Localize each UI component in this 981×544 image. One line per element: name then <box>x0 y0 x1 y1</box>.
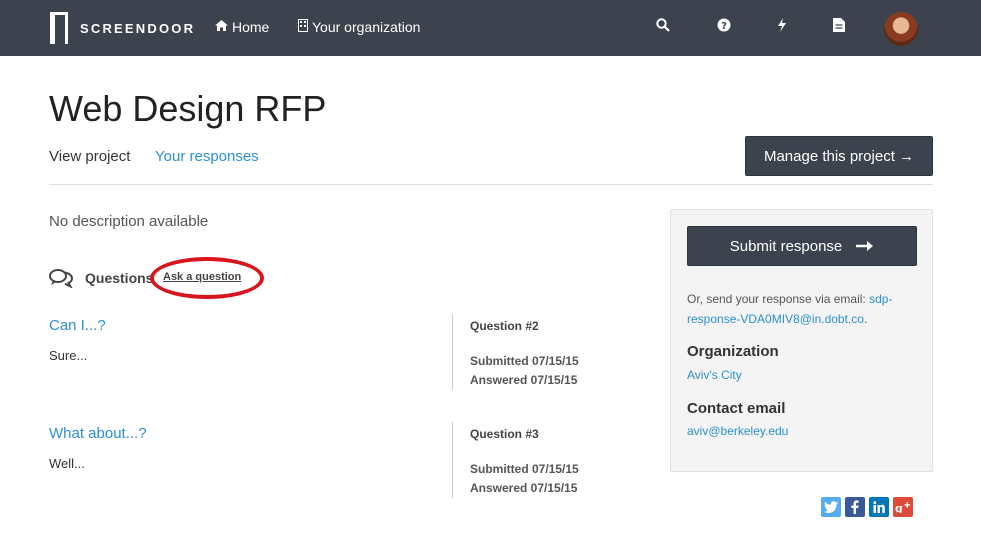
nav-home-link[interactable]: Home <box>215 19 269 35</box>
question-submitted-date: Submitted 07/15/15 <box>470 462 579 476</box>
question-meta: Question #2 Submitted 07/15/15 Answered … <box>452 314 652 390</box>
brand-name: SCREENDOOR <box>80 20 196 36</box>
email-prefix: Or, send your response via email: <box>687 292 866 306</box>
question-answered-date: Answered 07/15/15 <box>470 481 578 495</box>
question-number: Question #3 <box>470 427 539 441</box>
questions-header: Questions <box>49 268 154 289</box>
help-icon[interactable]: ? <box>716 18 732 35</box>
response-sidebar: Submit response Or, send your response v… <box>670 209 933 472</box>
contact-email-link[interactable]: aviv@berkeley.edu <box>687 424 788 438</box>
submit-response-label: Submit response <box>729 237 843 255</box>
highlight-circle-annotation <box>150 257 264 299</box>
svg-text:?: ? <box>721 21 727 32</box>
contact-email-heading: Contact email <box>687 400 786 417</box>
questions-label: Questions <box>85 270 154 286</box>
question-number: Question #2 <box>470 319 539 333</box>
question-submitted-date: Submitted 07/15/15 <box>470 354 579 368</box>
question-answered-date: Answered 07/15/15 <box>470 373 578 387</box>
question-item: What about...? Well... <box>49 425 147 471</box>
question-answer: Well... <box>49 456 85 471</box>
manage-project-button[interactable]: Manage this project → <box>745 136 933 176</box>
organization-link[interactable]: Aviv's City <box>687 368 742 382</box>
document-icon[interactable] <box>831 18 847 35</box>
bolt-icon[interactable] <box>774 18 790 35</box>
home-icon <box>215 20 228 34</box>
nav-organization-label: Your organization <box>312 19 421 35</box>
project-description: No description available <box>49 213 209 230</box>
door-logo-icon <box>50 12 68 44</box>
nav-home-label: Home <box>232 19 270 35</box>
page-title: Web Design RFP <box>49 88 327 129</box>
tab-view-project[interactable]: View project <box>49 148 130 165</box>
header-divider <box>49 184 933 185</box>
linkedin-icon[interactable] <box>869 497 889 517</box>
comments-icon <box>49 268 74 289</box>
arrow-right-icon <box>856 236 874 257</box>
googleplus-icon[interactable]: g <box>893 497 913 517</box>
twitter-icon[interactable] <box>821 497 841 517</box>
nav-organization-link[interactable]: Your organization <box>298 19 420 35</box>
email-suffix: . <box>863 312 868 326</box>
submit-response-button[interactable]: Submit response <box>687 226 917 266</box>
email-instructions: Or, send your response via email: sdp-re… <box>687 289 922 329</box>
question-title-link[interactable]: What about...? <box>49 425 147 442</box>
question-item: Can I...? Sure... <box>49 317 106 363</box>
user-avatar[interactable] <box>884 12 918 46</box>
search-icon[interactable] <box>655 18 671 35</box>
question-meta: Question #3 Submitted 07/15/15 Answered … <box>452 422 652 498</box>
brand-logo[interactable]: SCREENDOOR <box>50 12 195 44</box>
question-title-link[interactable]: Can I...? <box>49 317 106 334</box>
top-navbar: SCREENDOOR Home Your organization ? <box>0 0 981 56</box>
facebook-icon[interactable] <box>845 497 865 517</box>
organization-heading: Organization <box>687 343 779 360</box>
building-icon <box>298 19 308 35</box>
svg-text:g: g <box>895 502 903 513</box>
tab-your-responses[interactable]: Your responses <box>155 148 259 165</box>
question-answer: Sure... <box>49 348 88 363</box>
